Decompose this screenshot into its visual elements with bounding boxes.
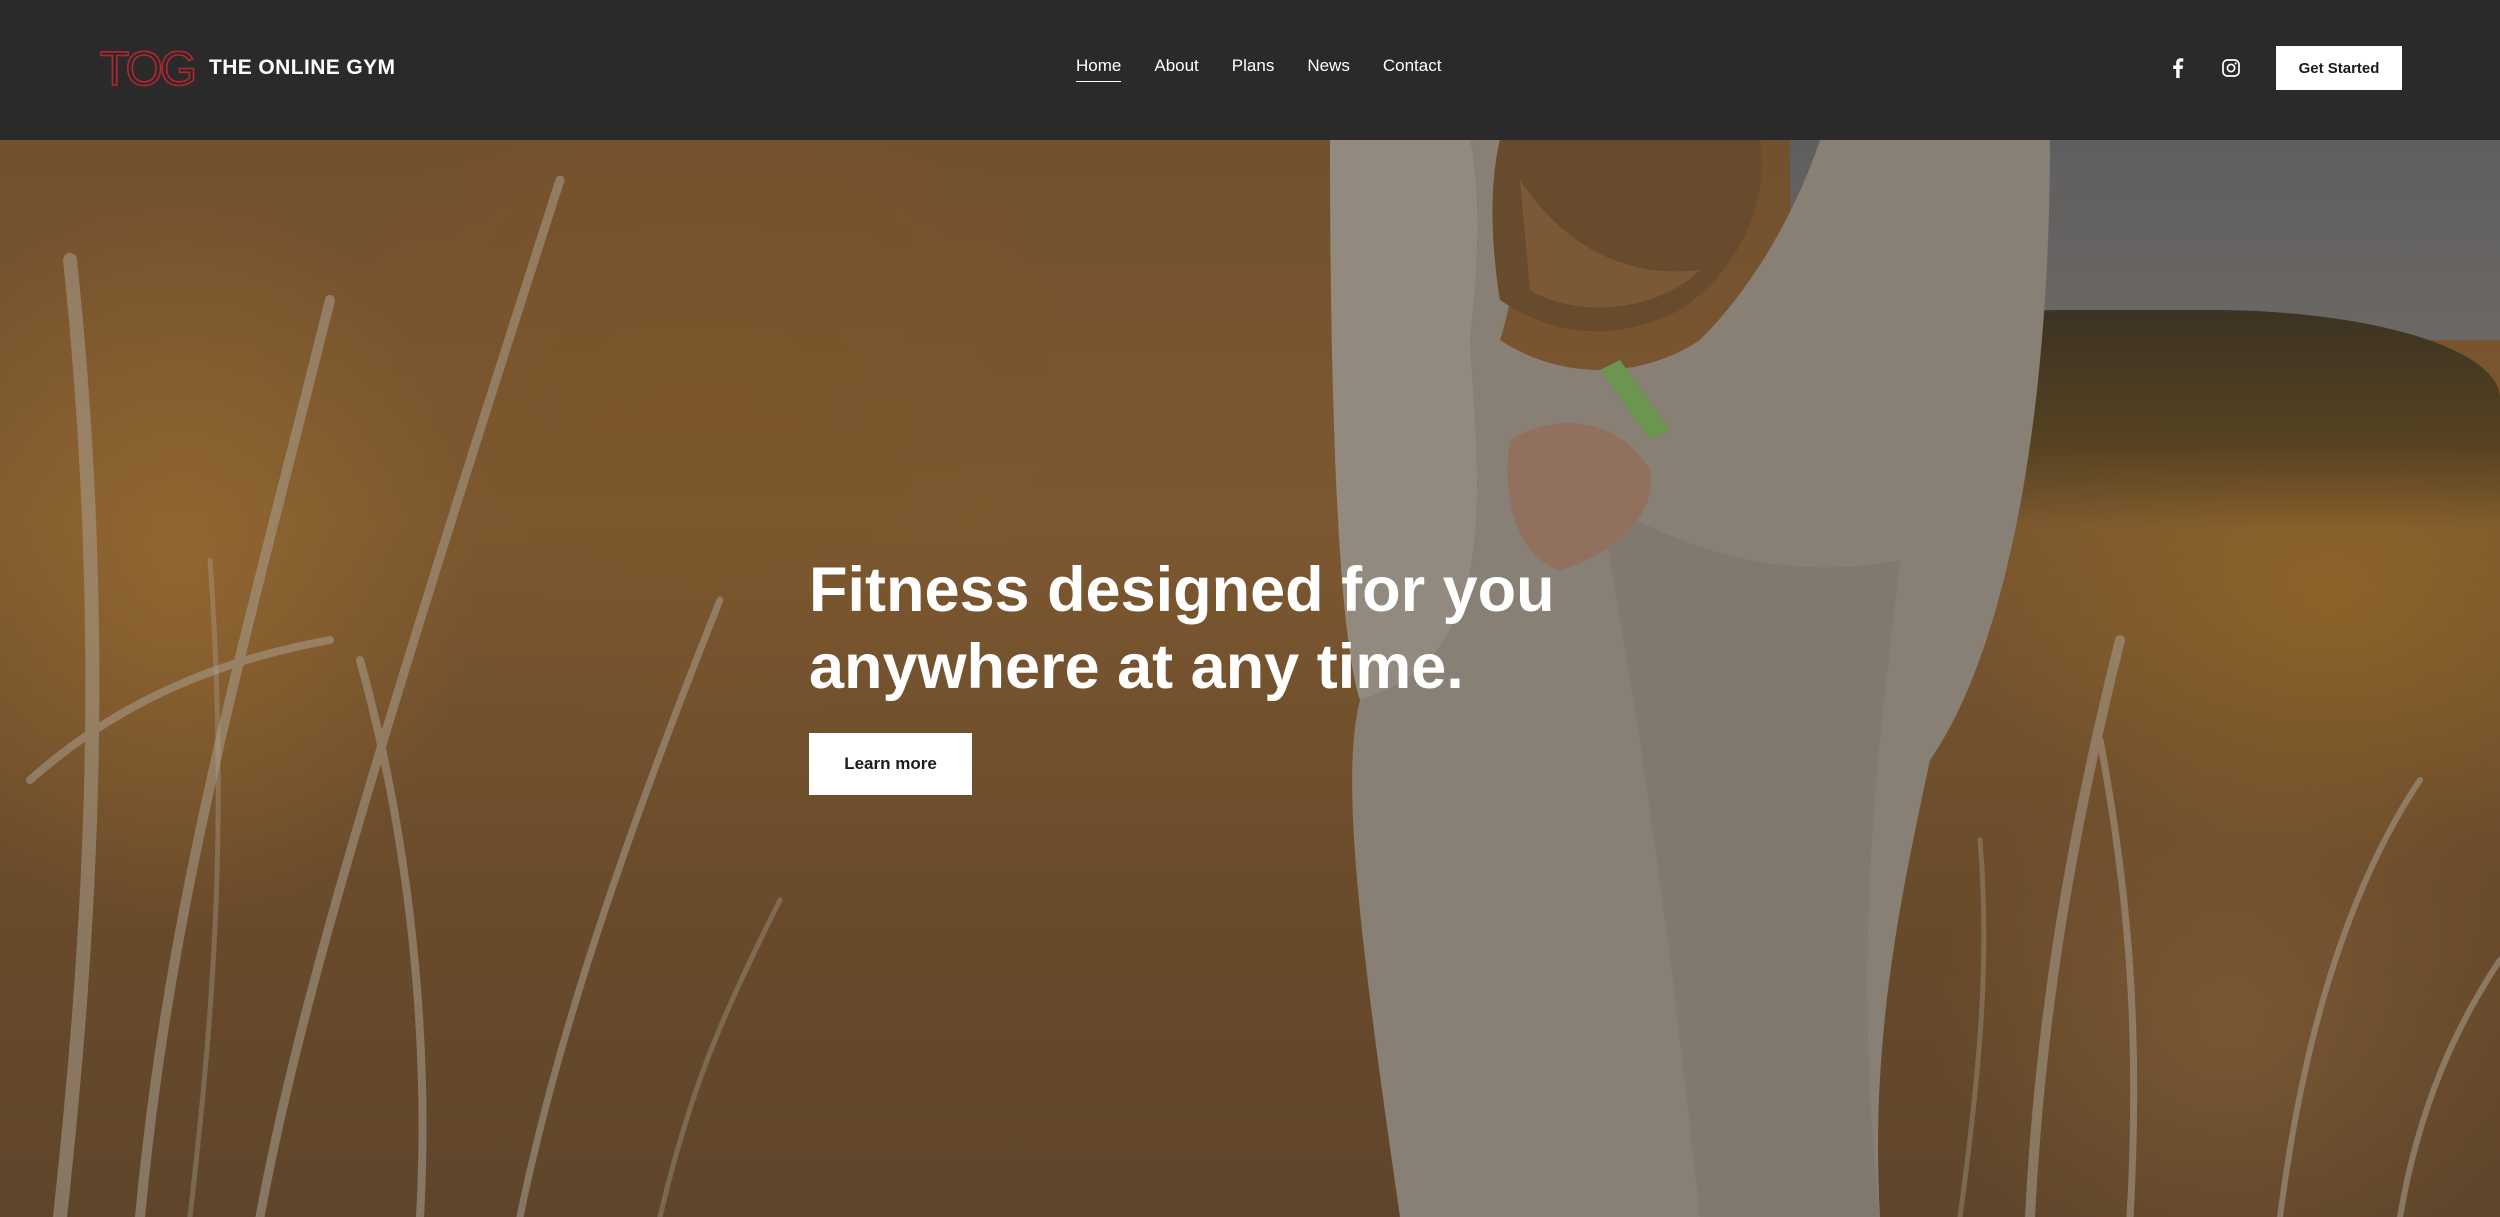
facebook-link[interactable]	[2166, 56, 2190, 80]
hero-title-line-1: Fitness designed for you	[809, 555, 1555, 625]
facebook-icon	[2173, 58, 2184, 78]
learn-more-button[interactable]: Learn more	[809, 733, 972, 795]
nav-item-news[interactable]: News	[1307, 56, 1350, 82]
nav-item-home[interactable]: Home	[1076, 56, 1122, 82]
site-header: TOG THE ONLINE GYM Home About Plans News…	[0, 0, 2500, 140]
hero-title-line-2: anywhere at any time.	[809, 632, 1464, 702]
nav-item-contact[interactable]: Contact	[1383, 56, 1442, 82]
get-started-button[interactable]: Get Started	[2276, 46, 2402, 90]
logo-mark-text: TOG	[100, 44, 194, 92]
site-name: THE ONLINE GYM	[209, 56, 396, 79]
hero-content: Fitness designed for you anywhere at any…	[809, 552, 1709, 795]
main-nav: Home About Plans News Contact	[1076, 56, 1441, 82]
nav-item-about[interactable]: About	[1154, 56, 1198, 82]
tog-logo-icon: TOG	[99, 44, 197, 92]
hero-title: Fitness designed for you anywhere at any…	[809, 552, 1689, 706]
nav-item-plans[interactable]: Plans	[1232, 56, 1275, 82]
instagram-icon	[2222, 59, 2240, 77]
hero-section: Fitness designed for you anywhere at any…	[0, 140, 2500, 1217]
logo-link[interactable]: TOG THE ONLINE GYM	[99, 44, 395, 92]
instagram-link[interactable]	[2219, 56, 2243, 80]
